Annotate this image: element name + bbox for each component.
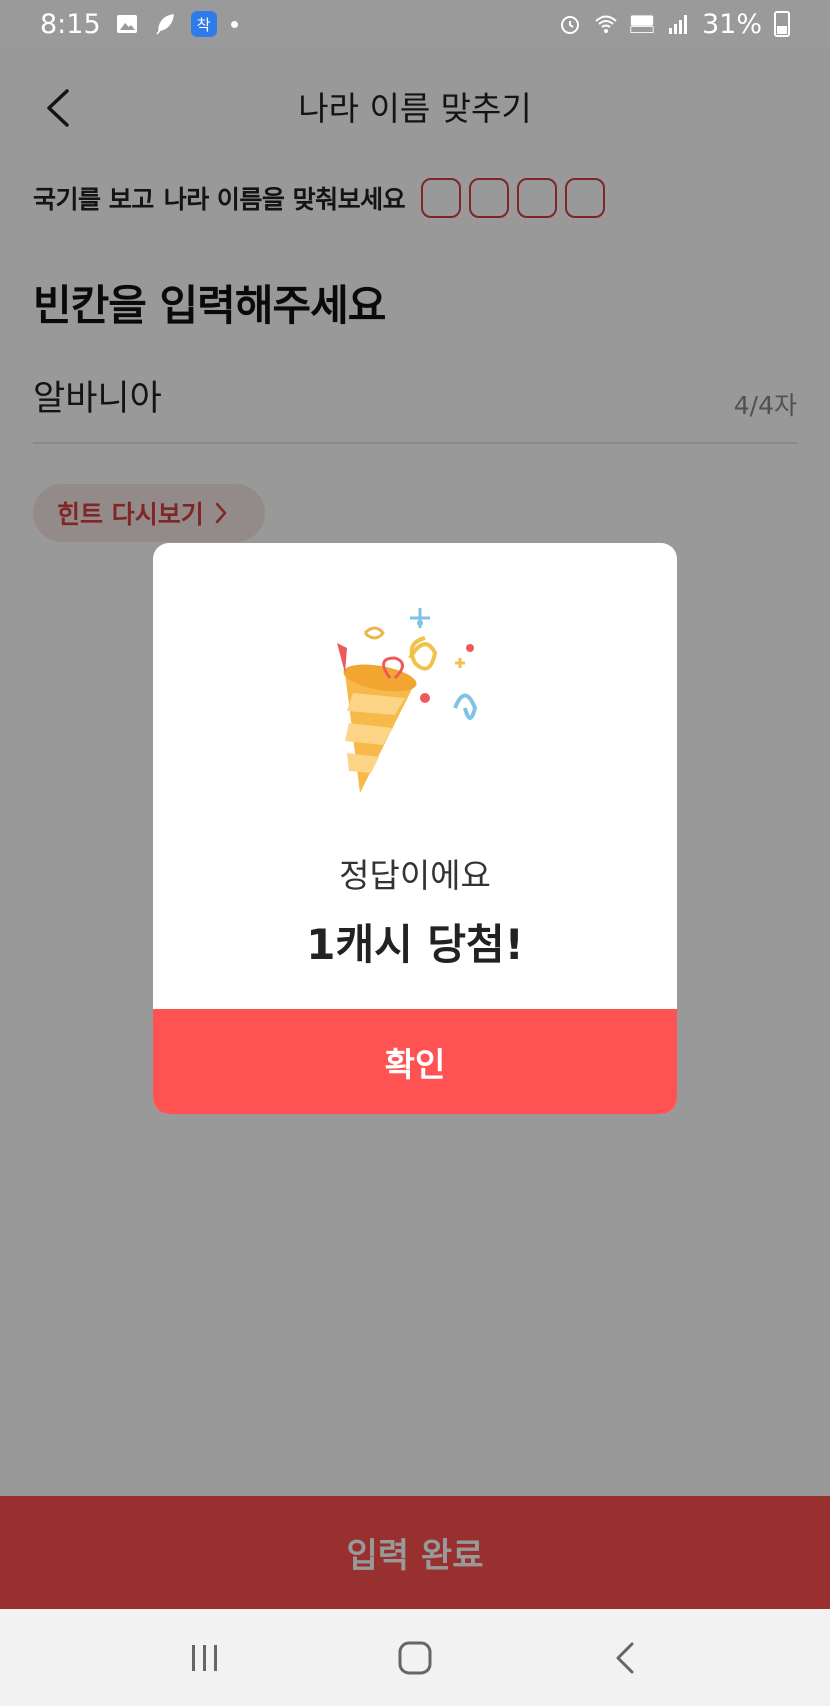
wifi-icon [595, 15, 617, 33]
dialog-prize: 1캐시 당첨! [306, 920, 524, 969]
confirm-label: 확인 [384, 1044, 446, 1084]
alarm-icon [560, 16, 579, 34]
status-bar: 8:15 착 31% [0, 0, 830, 48]
app-badge-icon: 착 [190, 11, 217, 37]
back-nav-button[interactable] [595, 1628, 655, 1688]
back-icon [616, 1642, 634, 1673]
notification-dot [230, 20, 238, 28]
recent-apps-icon [192, 1644, 217, 1671]
system-nav-bar [0, 1609, 830, 1706]
battery-percent: 31% [701, 8, 762, 40]
party-popper-icon [337, 608, 478, 793]
gallery-icon [116, 15, 137, 33]
status-time: 8:15 [40, 8, 101, 40]
result-dialog: 정답이에요 1캐시 당첨! 확인 [153, 543, 677, 1114]
confirm-button[interactable]: 확인 [153, 1009, 677, 1114]
feather-icon [156, 14, 174, 35]
home-button[interactable] [385, 1628, 445, 1688]
dialog-message: 정답이에요 [339, 856, 491, 895]
signal-icon [668, 15, 687, 34]
battery-icon [774, 11, 790, 37]
hd-voice-icon [630, 15, 654, 33]
recent-apps-button[interactable] [175, 1628, 235, 1688]
home-icon [398, 1641, 432, 1674]
